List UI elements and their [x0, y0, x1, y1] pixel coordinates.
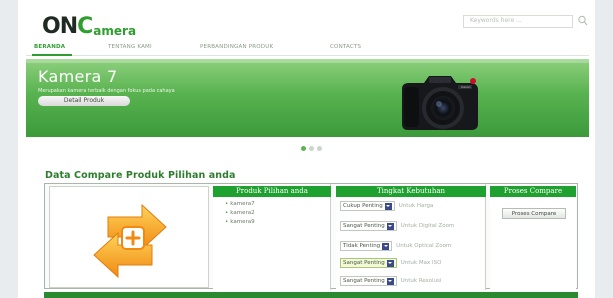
nav-active-indicator [32, 54, 72, 56]
chevron-down-icon [384, 202, 392, 210]
slider-dot[interactable] [301, 146, 306, 151]
banner-title: Kamera 7 [38, 67, 118, 86]
chevron-down-icon [386, 222, 394, 230]
kebutuhan-column: Tingkat Kebutuhan Cukup Penting Untuk Ha… [336, 184, 486, 290]
kebutuhan-select[interactable]: Sangat Penting [340, 221, 397, 231]
slider-dot[interactable] [317, 146, 322, 151]
kebutuhan-label: Untuk Digital Zoom [400, 223, 455, 229]
produk-item[interactable]: kamera2 [225, 209, 254, 218]
kebutuhan-label: Untuk Optical Zoom [396, 243, 452, 249]
proses-header: Proses Compare [490, 186, 576, 197]
camera-image: Canon [402, 76, 478, 130]
page: ON C amera Keywords here ... BERANDA TEN… [18, 0, 595, 298]
produk-item[interactable]: kamera7 [225, 200, 254, 209]
search-placeholder: Keywords here ... [470, 17, 522, 24]
compare-arrows-icon [93, 203, 167, 279]
proses-column: Proses Compare Proses Compare [490, 184, 576, 290]
chevron-down-icon [382, 242, 390, 250]
detail-produk-button[interactable]: Detail Produk [38, 96, 130, 106]
svg-text:Canon: Canon [461, 85, 471, 89]
nav-beranda[interactable]: BERANDA [34, 44, 65, 50]
nav-tentang-kami[interactable]: TENTANG KAMI [108, 44, 152, 50]
logo-c: C [77, 14, 94, 39]
compare-title: Data Compare Produk Pilihan anda [45, 170, 236, 181]
logo-amera: amera [93, 24, 137, 38]
search-input[interactable]: Keywords here ... [463, 15, 573, 28]
slider-dots [301, 146, 322, 151]
site-logo[interactable]: ON C amera [42, 14, 137, 39]
nav-contacts[interactable]: CONTACTS [330, 44, 361, 50]
kebutuhan-label: Untuk Harga [398, 203, 434, 209]
main-nav: BERANDA TENTANG KAMI PERBANDINGAN PRODUK… [26, 40, 589, 56]
kebutuhan-select[interactable]: Cukup Penting [340, 201, 395, 211]
hero-banner: Kamera 7 Merupakan kamera terbaik dengan… [26, 59, 589, 137]
kebutuhan-label: Untuk Max ISO [400, 260, 442, 266]
logo-on: ON [42, 14, 78, 39]
kebutuhan-select[interactable]: Tidak Penting [340, 241, 393, 251]
kebutuhan-select[interactable]: Sangat Penting [340, 276, 397, 286]
chevron-down-icon [386, 277, 394, 285]
nav-perbandingan-produk[interactable]: PERBANDINGAN PRODUK [200, 44, 273, 50]
kebutuhan-row: Sangat Penting Untuk Digital Zoom [340, 220, 454, 232]
produk-list: kamera7 kamera2 kamera9 [225, 200, 254, 227]
kebutuhan-row: Sangat Penting Untuk Max ISO [340, 257, 441, 269]
produk-column: Produk Pilihan anda kamera7 kamera2 kame… [213, 184, 331, 290]
produk-header: Produk Pilihan anda [213, 186, 331, 197]
produk-item[interactable]: kamera9 [225, 218, 254, 227]
compare-panel: Produk Pilihan anda kamera7 kamera2 kame… [44, 183, 578, 290]
kebutuhan-row: Cukup Penting Untuk Harga [340, 200, 433, 212]
proses-compare-button[interactable]: Proses Compare [502, 208, 566, 219]
kebutuhan-select[interactable]: Sangat Penting [340, 258, 397, 268]
search-icon[interactable] [577, 14, 589, 28]
slider-dot[interactable] [309, 146, 314, 151]
kebutuhan-row: Sangat Penting Untuk Resolusi [340, 275, 441, 287]
banner-subtitle: Merupakan kamera terbaik dengan fokus pa… [38, 88, 175, 94]
chevron-down-icon [386, 259, 394, 267]
kebutuhan-row: Tidak Penting Untuk Optical Zoom [340, 240, 451, 252]
kebutuhan-header: Tingkat Kebutuhan [336, 186, 486, 197]
kebutuhan-label: Untuk Resolusi [400, 278, 442, 284]
footer-bar [44, 292, 578, 298]
compare-image-panel [49, 186, 209, 288]
